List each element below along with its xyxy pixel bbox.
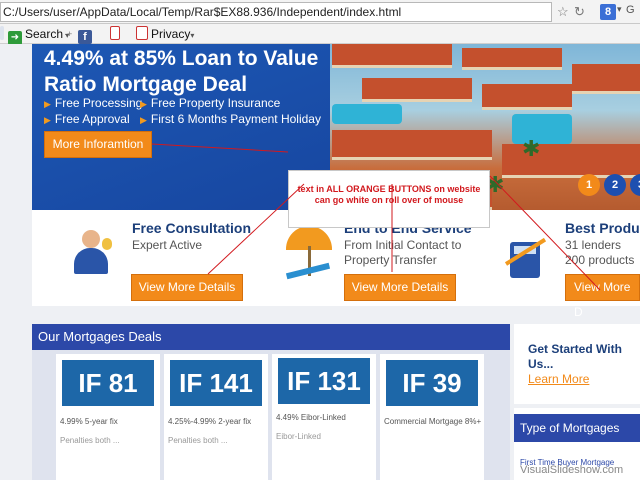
- service-subtitle: Expert Active: [132, 238, 203, 252]
- deal-card[interactable]: IF 39 Commercial Mortgage 8%+: [380, 354, 484, 480]
- service-subtitle: From Initial Contact to Property Transfer: [344, 238, 462, 267]
- hero-feature: ▶ First 6 Months Payment Holiday: [140, 112, 321, 126]
- slider-dot-2[interactable]: 2: [604, 174, 626, 196]
- mortgage-deals-panel: Our Mortgages Deals IF 81 4.99% 5-year f…: [32, 324, 510, 480]
- pool-shape: [512, 114, 572, 144]
- deal-code: IF 81: [62, 360, 154, 406]
- more-information-button[interactable]: More Inforamtion: [44, 131, 152, 158]
- deals-header: Our Mortgages Deals: [32, 324, 510, 350]
- roof-shape: [362, 78, 472, 102]
- service-subtitle: 31 lenders 200 products: [565, 238, 635, 267]
- hero-title: 4.49% at 85% Loan to Value Ratio Mortgag…: [44, 47, 319, 96]
- hero-feature: ▶ Free Processing: [44, 96, 143, 110]
- deal-code: IF 39: [386, 360, 478, 406]
- annotation-callout: text in ALL ORANGE BUTTONS on website ca…: [288, 170, 490, 228]
- deal-code: IF 131: [278, 358, 370, 404]
- deal-description: 4.99% 5-year fix: [60, 417, 118, 426]
- privacy-icon: [136, 26, 148, 40]
- deal-code: IF 141: [170, 360, 262, 406]
- roof-shape: [332, 130, 492, 160]
- toolbar-privacy-button[interactable]: Privacy▾: [136, 26, 194, 42]
- watermark: VisualSlideshow.com: [520, 464, 624, 476]
- deal-card[interactable]: IF 141 4.25%-4.99% 2-year fix Penalties …: [164, 354, 268, 480]
- browser-toolbar: ➜ Search ▾ ·+ f Privacy▾: [0, 24, 640, 45]
- address-bar-area: C:/Users/user/AppData/Local/Temp/Rar$EX8…: [0, 0, 640, 24]
- toolbar-edge-icon: [0, 26, 7, 42]
- get-started-box: Get Started With Us... Learn More: [514, 324, 640, 404]
- trash-icon[interactable]: [110, 26, 123, 42]
- deal-description-secondary: Eibor-Linked: [276, 432, 321, 441]
- deal-description: 4.25%-4.99% 2-year fix: [168, 417, 252, 426]
- search-engine-name: G: [626, 4, 635, 16]
- toolbar-sep-icon: ·+: [64, 29, 73, 39]
- mortgage-types-header: Type of Mortgages: [514, 414, 640, 442]
- beach-umbrella-icon: [282, 226, 338, 280]
- deal-card[interactable]: IF 131 4.49% Eibor-Linked Eibor-Linked: [272, 354, 376, 480]
- deal-description-secondary: Penalties both ...: [168, 436, 228, 445]
- roof-shape: [462, 48, 562, 70]
- consultant-icon: [72, 230, 112, 276]
- service-title: Free Consultation: [132, 220, 252, 236]
- pool-shape: [332, 104, 402, 124]
- get-started-title: Get Started With Us...: [528, 342, 622, 371]
- toolbar-search-button[interactable]: ➜ Search ▾: [8, 26, 69, 45]
- view-more-details-button[interactable]: View More D: [565, 274, 640, 319]
- view-more-details-button[interactable]: View More Details: [131, 274, 243, 301]
- hero-feature: ▶ Free Approval: [44, 112, 130, 126]
- view-more-details-button[interactable]: View More Details: [344, 274, 456, 301]
- search-engine-dropdown-icon[interactable]: ▾: [617, 4, 622, 15]
- deal-description: 4.49% Eibor-Linked: [276, 413, 346, 422]
- url-input[interactable]: C:/Users/user/AppData/Local/Temp/Rar$EX8…: [0, 2, 552, 22]
- learn-more-link[interactable]: Learn More: [528, 372, 589, 386]
- roof-shape: [332, 44, 452, 68]
- bookmark-star-icon[interactable]: ☆: [557, 4, 569, 20]
- slider-dot-3[interactable]: 3: [630, 174, 640, 196]
- web-page: ✱ ✱ ✱ 4.49% at 85% Loan to Value Ratio M…: [0, 44, 640, 480]
- roof-shape: [572, 64, 640, 94]
- roof-shape: [482, 84, 572, 110]
- hero-feature: ▶ Free Property Insurance: [140, 96, 281, 110]
- search-engine-icon[interactable]: 8: [600, 4, 616, 20]
- calculator-chart-icon: [502, 232, 558, 280]
- search-arrow-icon: ➜: [8, 31, 22, 45]
- refresh-icon[interactable]: ↻: [574, 4, 585, 20]
- service-title: Best Produ: [565, 220, 640, 236]
- slider-dot-1[interactable]: 1: [578, 174, 600, 196]
- deal-description-secondary: Penalties both ...: [60, 436, 120, 445]
- deal-description: Commercial Mortgage 8%+: [384, 417, 482, 426]
- deal-card[interactable]: IF 81 4.99% 5-year fix Penalties both ..…: [56, 354, 160, 480]
- facebook-icon[interactable]: f: [78, 26, 95, 44]
- palm-tree-icon: ✱: [522, 136, 541, 161]
